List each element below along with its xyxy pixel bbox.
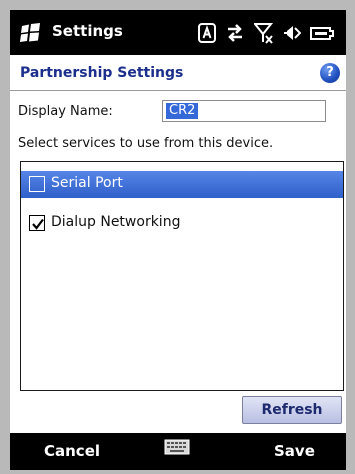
- speaker-mute-icon: [283, 24, 301, 42]
- service-label: Serial Port: [51, 175, 123, 191]
- display-name-label: Display Name:: [18, 104, 113, 119]
- save-softkey[interactable]: Save: [274, 442, 315, 460]
- checkbox-unchecked[interactable]: [29, 176, 45, 192]
- title-bar: Settings: [10, 10, 346, 55]
- service-item-serial-port[interactable]: Serial Port: [21, 171, 343, 198]
- services-list[interactable]: Serial Port Dialup Networking: [20, 161, 344, 391]
- no-signal-icon: [254, 22, 274, 44]
- softkey-bar: Cancel Save: [10, 433, 346, 470]
- display-name-input[interactable]: CR2: [162, 100, 326, 122]
- display-name-value: CR2: [166, 103, 199, 119]
- page-title: Partnership Settings: [20, 65, 184, 81]
- keyboard-lock-icon: [198, 23, 216, 43]
- help-icon[interactable]: ?: [320, 63, 340, 83]
- battery-icon: [310, 25, 334, 41]
- service-item-dialup-networking[interactable]: Dialup Networking: [21, 210, 343, 237]
- status-icons: [198, 20, 334, 46]
- services-instruction-label: Select services to use from this device.: [18, 136, 274, 151]
- cancel-softkey[interactable]: Cancel: [44, 442, 100, 460]
- check-mark-icon: [32, 218, 44, 230]
- service-label: Dialup Networking: [51, 214, 181, 230]
- refresh-button[interactable]: Refresh: [242, 396, 342, 424]
- keyboard-icon[interactable]: [164, 439, 190, 459]
- windows-logo-icon[interactable]: [20, 23, 42, 43]
- checkbox-checked[interactable]: [29, 215, 45, 231]
- device-screen: Settings Partnership Settings ? Display …: [10, 10, 346, 470]
- connectivity-icon: [225, 24, 245, 42]
- page-header: Partnership Settings ?: [10, 55, 346, 91]
- app-title: Settings: [52, 22, 123, 40]
